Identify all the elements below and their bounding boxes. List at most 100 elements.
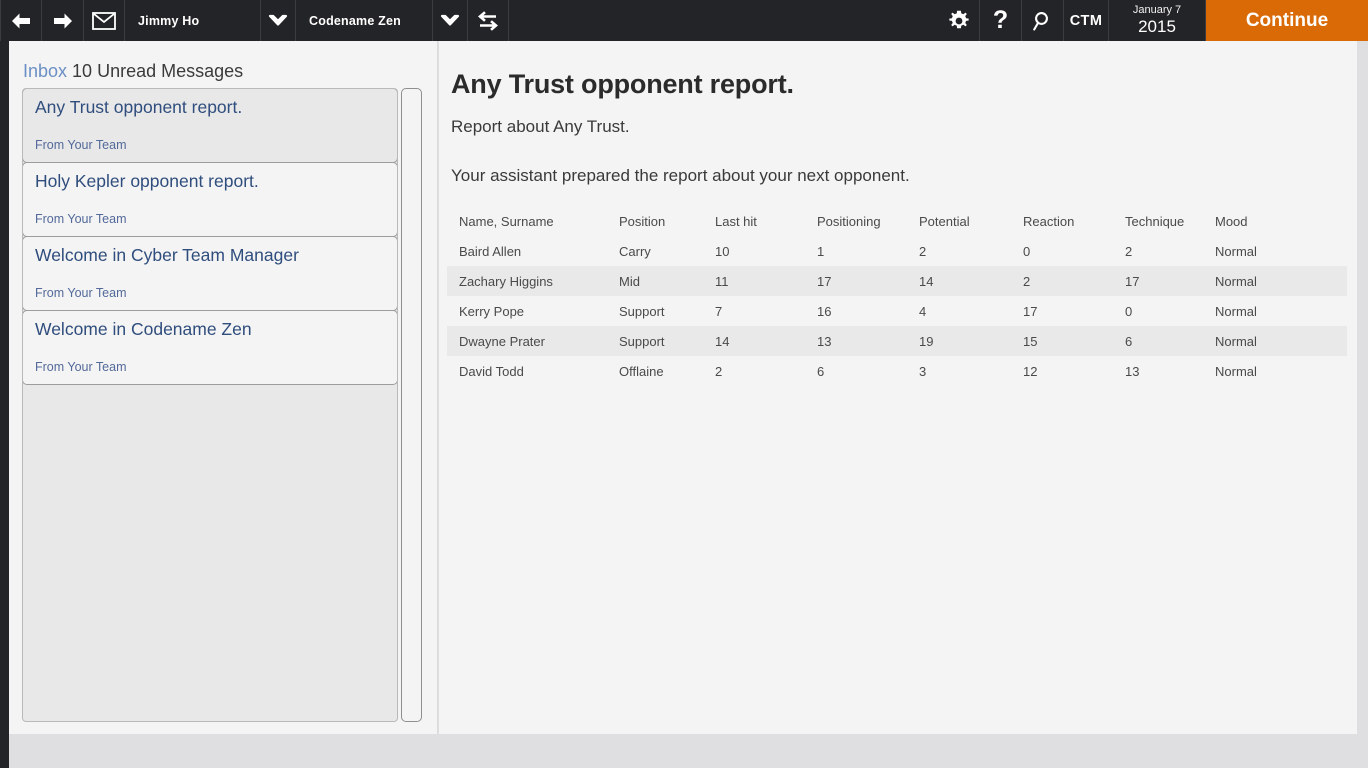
ctm-label: CTM [1069, 12, 1103, 29]
table-cell: Kerry Pope [459, 303, 525, 319]
table-cell: 6 [1125, 333, 1133, 349]
message-list-item[interactable]: Any Trust opponent report. From Your Team [23, 89, 397, 163]
table-cell: 3 [919, 363, 927, 379]
inbox-panel: Inbox 10 Unread Messages Any Trust oppon… [9, 41, 438, 734]
inbox-header: Inbox 10 Unread Messages [23, 61, 243, 82]
date-year-label: 2015 [1138, 16, 1176, 36]
team-dropdown-button[interactable] [433, 0, 468, 41]
table-cell: Dwayne Prater [459, 333, 545, 349]
manager-name-label: Jimmy Ho [138, 13, 200, 28]
message-list-item[interactable]: Welcome in Codename Zen From Your Team [23, 310, 397, 385]
message-title: Holy Kepler opponent report. [35, 171, 259, 191]
table-cell: 2 [715, 363, 723, 379]
table-cell: 1 [817, 243, 825, 259]
table-head: Name, Surname Position Last hit Positioning… [447, 206, 1347, 236]
mail-button[interactable] [84, 0, 125, 41]
table-cell: 4 [919, 303, 927, 319]
table-row: David Todd Offlaine 2 6 3 12 13 Normal [447, 356, 1347, 386]
chevron-down-icon [268, 14, 288, 27]
table-row: Baird Allen Carry 10 1 2 0 2 Normal [447, 236, 1347, 266]
report-panel: Any Trust opponent report. Report about … [439, 41, 1357, 734]
continue-button[interactable]: Continue [1206, 0, 1368, 41]
gear-icon [947, 9, 971, 33]
table-cell: Normal [1215, 363, 1257, 379]
arrow-right-icon [52, 12, 74, 30]
table-cell: 2 [919, 243, 927, 259]
table-column-header: Position [619, 213, 666, 229]
table-cell: Normal [1215, 243, 1257, 259]
swap-arrows-icon [476, 10, 500, 31]
table-cell: 13 [817, 333, 832, 349]
table-cell: 10 [715, 243, 730, 259]
table-cell: 0 [1023, 243, 1031, 259]
table-cell: 0 [1125, 303, 1133, 319]
table-cell: Zachary Higgins [459, 273, 553, 289]
ctm-button[interactable]: CTM [1064, 0, 1109, 41]
table-row: Dwayne Prater Support 14 13 19 15 6 Normal [447, 326, 1347, 356]
table-cell: David Todd [459, 363, 524, 379]
table-column-header: Potential [919, 213, 970, 229]
envelope-icon [92, 11, 116, 30]
table-cell: 7 [715, 303, 723, 319]
table-column-header: Positioning [817, 213, 881, 229]
table-cell: Normal [1215, 303, 1257, 319]
table-cell: 17 [817, 273, 832, 289]
message-title: Welcome in Codename Zen [35, 319, 252, 339]
table-cell: 14 [919, 273, 934, 289]
table-cell: 11 [715, 273, 729, 289]
help-button[interactable]: ? [980, 0, 1022, 41]
question-mark-icon: ? [992, 6, 1009, 34]
message-title: Welcome in Cyber Team Manager [35, 245, 299, 265]
team-name[interactable]: Codename Zen [296, 0, 433, 41]
table-cell: 2 [1023, 273, 1031, 289]
table-body: Baird Allen Carry 10 1 2 0 2 Normal Zachary Higg… [447, 236, 1347, 386]
table-column-header: Technique [1125, 213, 1185, 229]
table-cell: 17 [1125, 273, 1140, 289]
magnifier-icon [1032, 10, 1054, 32]
back-button[interactable] [0, 0, 42, 41]
search-button[interactable] [1022, 0, 1064, 41]
app-body: Inbox 10 Unread Messages Any Trust oppon… [0, 41, 1368, 768]
table-cell: 2 [1125, 243, 1133, 259]
message-list-wrapper: Any Trust opponent report. From Your Team… [22, 88, 422, 722]
manager-dropdown-button[interactable] [261, 0, 296, 41]
swap-button[interactable] [468, 0, 509, 41]
manager-name[interactable]: Jimmy Ho [125, 0, 261, 41]
table-cell: 13 [1125, 363, 1140, 379]
table-cell: Normal [1215, 273, 1257, 289]
date-display[interactable]: January 7 2015 [1109, 0, 1206, 41]
table-cell: 12 [1023, 363, 1038, 379]
table-cell: Mid [619, 273, 640, 289]
message-list-scrollbar[interactable] [401, 88, 422, 722]
message-sender: From Your Team [35, 212, 127, 226]
forward-button[interactable] [42, 0, 84, 41]
table-cell: 16 [817, 303, 832, 319]
table-cell: 19 [919, 333, 934, 349]
settings-button[interactable] [938, 0, 980, 41]
message-title: Any Trust opponent report. [35, 97, 243, 117]
table-row: Kerry Pope Support 7 16 4 17 0 Normal [447, 296, 1347, 326]
left-rail [0, 41, 9, 768]
opponent-report-table: Name, Surname Position Last hit Positioning… [447, 206, 1347, 386]
inbox-label: Inbox [23, 61, 68, 81]
report-subtitle: Report about Any Trust. [451, 117, 630, 136]
message-list-item[interactable]: Welcome in Cyber Team Manager From Your T… [23, 236, 397, 311]
message-list-item[interactable]: Holy Kepler opponent report. From Your Te… [23, 162, 397, 237]
table-column-header: Name, Surname [459, 213, 554, 229]
arrow-left-icon [10, 12, 32, 30]
message-sender: From Your Team [35, 138, 127, 152]
table-cell: 6 [817, 363, 825, 379]
table-column-header: Last hit [715, 213, 757, 229]
report-title: Any Trust opponent report. [451, 69, 794, 99]
table-cell: Offlaine [619, 363, 664, 379]
message-sender: From Your Team [35, 286, 127, 300]
unread-count-label: 10 Unread Messages [67, 61, 244, 81]
team-name-label: Codename Zen [309, 13, 401, 28]
table-cell: 14 [715, 333, 730, 349]
table-cell: Normal [1215, 333, 1257, 349]
date-day-label: January 7 [1132, 4, 1182, 17]
table-row: Zachary Higgins Mid 11 17 14 2 17 Normal [447, 266, 1347, 296]
report-intro: Your assistant prepared the report about… [451, 166, 910, 185]
table-cell: Carry [619, 243, 651, 259]
